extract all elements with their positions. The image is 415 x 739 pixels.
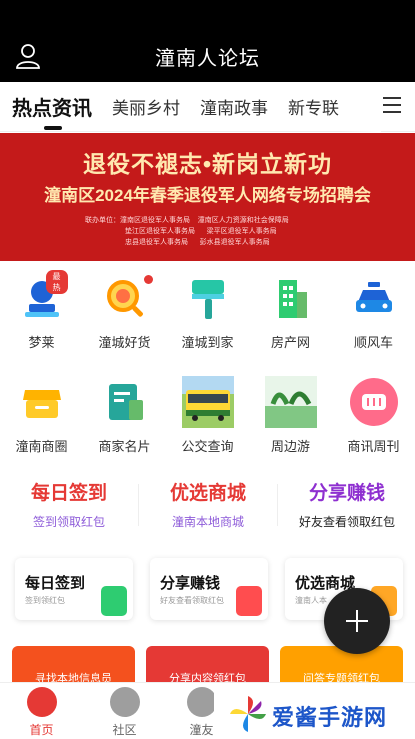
promo-mall[interactable]: 优选商城 潼南本地商城 — [139, 478, 277, 530]
card-share-earn[interactable]: 分享赚钱 好友查看领取红包 — [150, 558, 268, 620]
page-title: 潼南人论坛 — [155, 47, 260, 70]
magnifier-icon — [106, 280, 143, 317]
grid-item-home-service[interactable]: 潼城到家 — [166, 272, 249, 351]
nav-label: 社区 — [112, 723, 137, 737]
grid-item-menglai[interactable]: 最热 梦莱 — [0, 270, 83, 351]
pinwheel-logo-icon — [230, 696, 266, 732]
nav-home[interactable]: 首页 — [0, 687, 83, 738]
category-tabs: 热点资讯 美丽乡村 潼南政事 新专联 — [0, 82, 415, 132]
recruitment-banner[interactable]: 退役不褪志•新岗立新功 潼南区2024年春季退役军人网络专场招聘会 联办单位：潼… — [0, 133, 415, 261]
menu-icon[interactable] — [383, 97, 401, 113]
friends-icon — [186, 687, 217, 717]
grid-item-business-circle[interactable]: 潼南商圈 — [0, 376, 83, 455]
promo-title: 分享赚钱 — [308, 483, 385, 504]
card-title: 每日签到 — [25, 575, 86, 592]
card-daily-checkin[interactable]: 每日签到 签到领红包 — [15, 558, 133, 620]
card-subtitle: 潼南人本 — [295, 596, 327, 605]
banner-organizers: 联办单位：潼南区退役军人事务局 潼南区人力资源和社会保障局 垫江区退役军人事务局… — [85, 217, 289, 246]
promo-subtitle: 潼南本地商城 — [171, 515, 244, 529]
grid-item-carpool[interactable]: 顺风车 — [332, 272, 415, 351]
home-icon — [26, 687, 57, 717]
promo-share-earn[interactable]: 分享赚钱 好友查看领取红包 — [278, 478, 415, 530]
promo-subtitle: 好友查看领取红包 — [298, 515, 395, 529]
card-subtitle: 签到领红包 — [25, 596, 65, 605]
grid-label: 潼城好货 — [98, 335, 151, 350]
promo-title: 优选商城 — [169, 483, 246, 504]
promo-daily-checkin[interactable]: 每日签到 签到领取红包 — [0, 478, 138, 530]
status-bar — [0, 0, 415, 30]
grid-label: 潼城到家 — [181, 335, 234, 350]
watermark-text: 爱酱手游网 — [272, 705, 388, 730]
travel-photo — [264, 376, 317, 428]
notification-dot — [143, 275, 153, 284]
ad-find-informant[interactable]: 寻找本地信息员 — [12, 646, 135, 686]
grid-item-weekly-news[interactable]: 商讯周刊 — [332, 376, 415, 455]
grid-label: 商家名片 — [98, 439, 151, 454]
banner-subtitle: 潼南区2024年春季退役军人网络专场招聘会 — [44, 186, 371, 205]
grid-label: 商讯周刊 — [347, 439, 400, 454]
location-icon — [109, 687, 140, 717]
grid-label: 房产网 — [270, 335, 310, 350]
grid-label: 梦莱 — [28, 335, 55, 350]
red-packet-icon — [236, 586, 262, 616]
grid-label: 潼南商圈 — [15, 439, 68, 454]
card-title: 分享赚钱 — [160, 575, 221, 592]
grid-item-bus-query[interactable]: 公交查询 — [166, 376, 249, 455]
banner-title: 退役不褪志•新岗立新功 — [82, 151, 333, 177]
magazine-icon — [349, 378, 398, 426]
grid-item-good-goods[interactable]: 潼城好货 — [83, 272, 166, 351]
checkin-icon — [101, 586, 127, 616]
grid-item-real-estate[interactable]: 房产网 — [249, 272, 332, 351]
tab-new-topic[interactable]: 新专联 — [288, 94, 339, 119]
tabs-fade — [341, 82, 381, 132]
paint-roller-icon — [191, 280, 224, 319]
grid-label: 周边游 — [270, 439, 310, 454]
tab-village[interactable]: 美丽乡村 — [112, 94, 180, 119]
promo-row: 每日签到 签到领取红包 优选商城 潼南本地商城 分享赚钱 好友查看领取红包 — [0, 478, 415, 538]
tab-hot-news[interactable]: 热点资讯 — [12, 92, 92, 130]
nav-community[interactable]: 社区 — [83, 687, 166, 738]
grid-label: 顺风车 — [353, 335, 393, 350]
building-icon — [278, 280, 307, 318]
bus-photo — [181, 376, 234, 428]
promo-subtitle: 签到领取红包 — [32, 515, 105, 529]
app-header: 潼南人论坛 — [0, 30, 415, 82]
ad-qa-red-packet[interactable]: 问答专题领红包 — [280, 646, 403, 686]
card-subtitle: 好友查看领取红包 — [160, 596, 224, 605]
promo-title: 每日签到 — [30, 483, 107, 504]
shop-icon — [22, 390, 61, 418]
grid-label: 公交查询 — [181, 439, 234, 454]
add-post-button[interactable] — [324, 588, 390, 654]
hot-badge: 最热 — [45, 270, 68, 294]
user-icon[interactable] — [14, 42, 42, 70]
ad-share-red-packet[interactable]: 分享内容领红包 — [146, 646, 269, 686]
grid-item-nearby-travel[interactable]: 周边游 — [249, 376, 332, 455]
nav-label: 首页 — [29, 723, 54, 737]
card-icon — [108, 384, 143, 420]
grid-item-business-card[interactable]: 商家名片 — [83, 376, 166, 455]
taxi-icon — [355, 282, 392, 312]
tab-politics[interactable]: 潼南政事 — [200, 94, 268, 119]
watermark: 爱酱手游网 — [214, 688, 415, 739]
